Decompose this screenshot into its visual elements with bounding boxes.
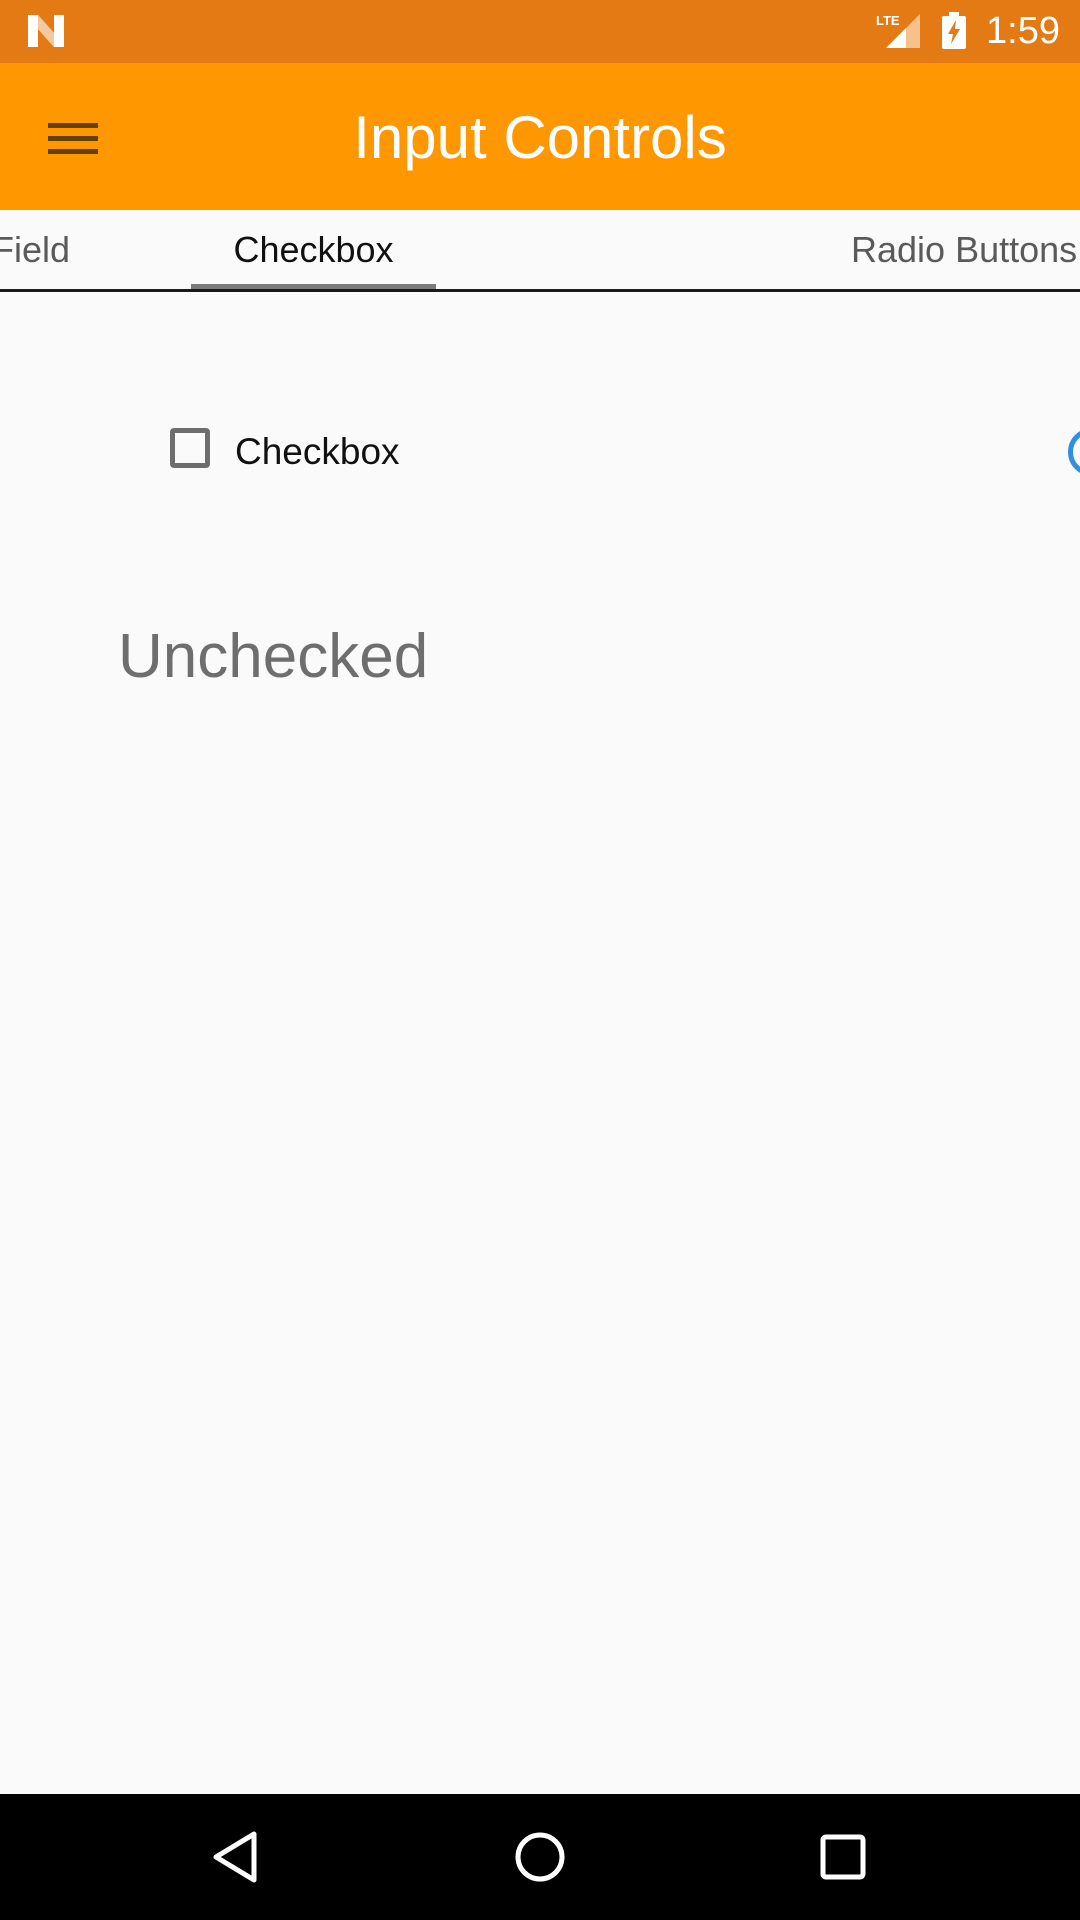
recents-icon[interactable] <box>808 1822 878 1892</box>
checkbox-label: Checkbox <box>235 431 400 472</box>
radio-button-partial[interactable] <box>1068 428 1080 476</box>
page-title: Input Controls <box>353 104 727 171</box>
n-logo-icon <box>28 15 64 47</box>
tab-indicator <box>191 284 436 289</box>
tab-field[interactable]: Field <box>0 228 70 272</box>
checkbox-state-text: Unchecked <box>118 622 429 691</box>
lte-signal-icon: LTE <box>876 13 920 48</box>
status-clock: 1:59 <box>986 10 1060 52</box>
navigation-bar <box>0 1794 1080 1920</box>
status-bar: LTE 1:59 <box>0 0 1080 63</box>
app-bar: Input Controls <box>0 63 1080 210</box>
tab-checkbox[interactable]: Checkbox <box>191 228 436 272</box>
hamburger-menu-icon[interactable] <box>28 103 118 173</box>
screen: LTE 1:59 Input Controls Field Checkbox R… <box>0 0 1080 1920</box>
svg-text:LTE: LTE <box>876 13 900 28</box>
battery-charging-icon <box>942 12 966 49</box>
tab-bar: Field Checkbox Radio Buttons <box>0 210 1080 292</box>
back-icon[interactable] <box>202 1822 272 1892</box>
tab-radio-buttons[interactable]: Radio Buttons <box>851 228 1077 272</box>
checkbox-box[interactable] <box>170 428 210 468</box>
home-icon[interactable] <box>505 1822 575 1892</box>
